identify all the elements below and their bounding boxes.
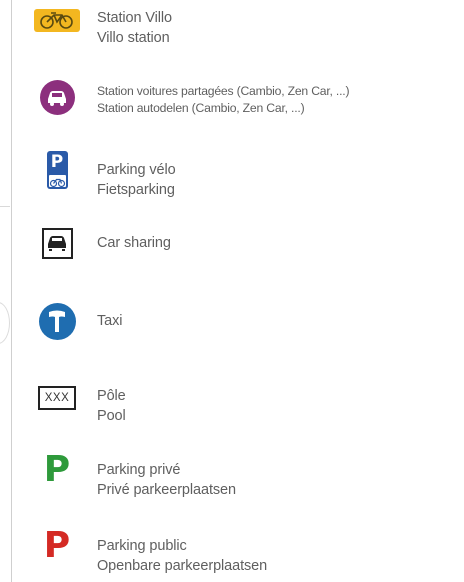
pool-box-text: XXX: [37, 386, 77, 410]
page-edge-arc: [0, 302, 10, 344]
legend-label-secondary: Fietsparking: [97, 182, 175, 198]
legend-label-primary: Taxi: [97, 313, 123, 329]
legend-label-primary: Parking public: [97, 538, 187, 554]
legend-label-secondary: Station autodelen (Cambio, Zen Car, ...): [97, 101, 305, 115]
bike-parking-icon: P: [32, 150, 82, 190]
car-sharing-icon: [32, 227, 82, 259]
legend-label-primary: Pôle: [97, 388, 126, 404]
villo-bike-icon: [32, 8, 82, 32]
taxi-icon: [32, 302, 82, 340]
public-parking-letter: P: [43, 525, 71, 566]
legend-label-primary: Parking vélo: [97, 162, 176, 178]
legend-label-primary: Car sharing: [97, 235, 171, 251]
shared-car-icon: [32, 79, 82, 115]
private-parking-letter: P: [43, 449, 71, 490]
legend-label-primary: Station Villo: [97, 10, 173, 26]
bike-parking-letter: P: [50, 152, 64, 172]
legend-label-primary: Station voitures partagées (Cambio, Zen …: [97, 84, 350, 98]
legend-label-secondary: Privé parkeerplaatsen: [97, 482, 236, 498]
public-parking-icon: P: [32, 525, 82, 567]
legend-label-secondary: Pool: [97, 408, 126, 424]
legend-label-primary: Parking privé: [97, 462, 181, 478]
legend-label-secondary: Openbare parkeerplaatsen: [97, 558, 268, 574]
private-parking-icon: P: [32, 449, 82, 491]
page-edge-tick: [0, 206, 10, 207]
pool-box-icon: XXX: [32, 386, 82, 410]
legend-label-secondary: Villo station: [97, 30, 170, 46]
page-edge-line: [11, 0, 12, 582]
